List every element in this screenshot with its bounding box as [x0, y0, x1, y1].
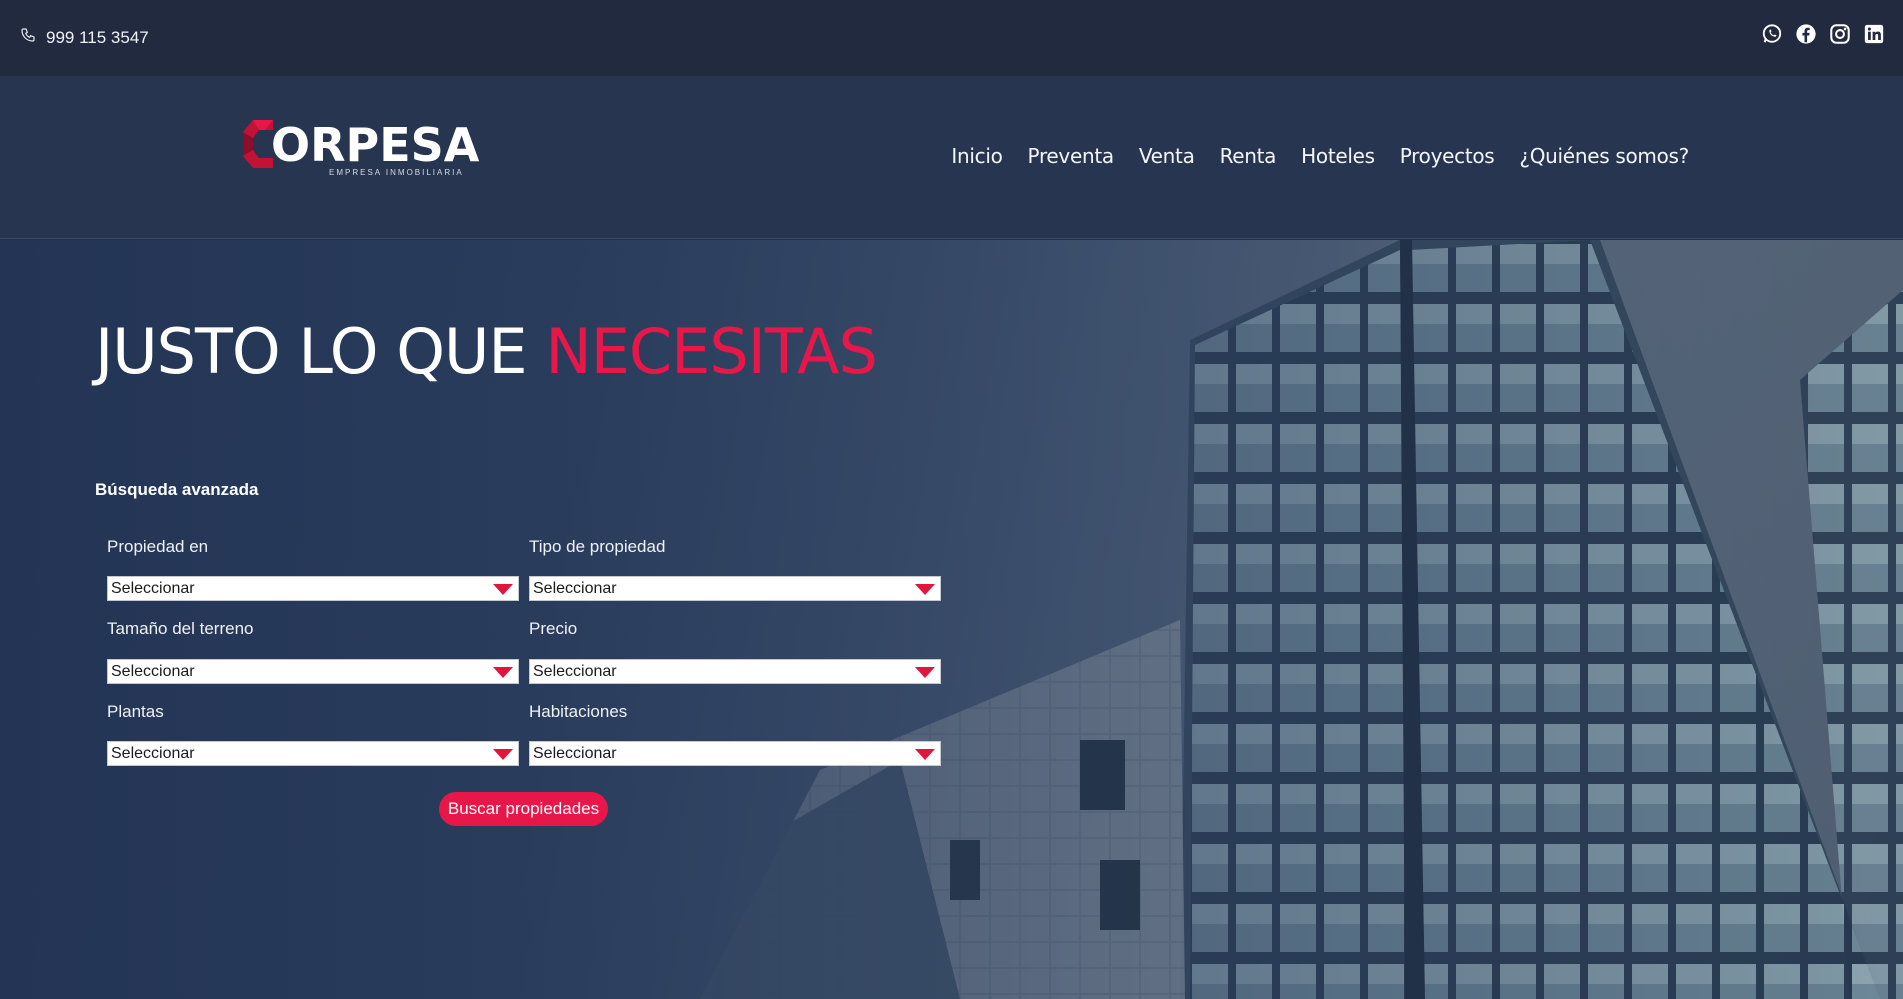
- brand-tagline: EMPRESA INMOBILIARIA: [329, 168, 464, 177]
- chevron-down-icon: [493, 584, 513, 595]
- facebook-icon[interactable]: [1795, 23, 1817, 45]
- headline-main: JUSTO LO QUE: [95, 315, 546, 388]
- select-value: Seleccionar: [533, 745, 617, 762]
- field-label-tamano-terreno: Tamaño del terreno: [107, 619, 254, 638]
- select-tipo-propiedad[interactable]: Seleccionar: [529, 576, 941, 601]
- site-header: ORPESA EMPRESA INMOBILIARIA Inicio Preve…: [0, 76, 1903, 239]
- nav-item-preventa[interactable]: Preventa: [1028, 144, 1115, 168]
- chevron-down-icon: [915, 667, 935, 678]
- nav-item-venta[interactable]: Venta: [1139, 144, 1195, 168]
- brand-logo[interactable]: ORPESA EMPRESA INMOBILIARIA: [243, 120, 479, 180]
- field-label-plantas: Plantas: [107, 702, 164, 721]
- nav-item-hoteles[interactable]: Hoteles: [1301, 144, 1375, 168]
- select-tamano-terreno[interactable]: Seleccionar: [107, 659, 519, 684]
- nav-item-proyectos[interactable]: Proyectos: [1400, 144, 1495, 168]
- instagram-icon[interactable]: [1829, 23, 1851, 45]
- select-value: Seleccionar: [533, 663, 617, 680]
- nav-item-quienes-somos[interactable]: ¿Quiénes somos?: [1519, 144, 1689, 168]
- brand-name: ORPESA: [271, 118, 480, 172]
- hero-headline: JUSTO LO QUE NECESITAS: [95, 315, 878, 388]
- field-label-propiedad-en: Propiedad en: [107, 537, 209, 556]
- field-label-tipo-propiedad: Tipo de propiedad: [529, 537, 666, 556]
- chevron-down-icon: [915, 749, 935, 760]
- top-bar: 999 115 3547: [0, 0, 1903, 76]
- field-label-habitaciones: Habitaciones: [529, 702, 628, 721]
- main-nav: Inicio Preventa Venta Renta Hoteles Proy…: [951, 144, 1689, 168]
- linkedin-icon[interactable]: [1863, 23, 1885, 45]
- hero-section: JUSTO LO QUE NECESITAS Búsqueda avanzada…: [0, 240, 1903, 999]
- advanced-search-title: Búsqueda avanzada: [95, 480, 259, 499]
- select-value: Seleccionar: [533, 580, 617, 597]
- select-propiedad-en[interactable]: Seleccionar: [107, 576, 519, 601]
- chevron-down-icon: [493, 749, 513, 760]
- select-value: Seleccionar: [111, 580, 195, 597]
- phone-contact[interactable]: 999 115 3547: [20, 27, 149, 48]
- nav-item-inicio[interactable]: Inicio: [951, 144, 1002, 168]
- select-precio[interactable]: Seleccionar: [529, 659, 941, 684]
- chevron-down-icon: [493, 667, 513, 678]
- field-label-precio: Precio: [529, 619, 578, 638]
- chevron-down-icon: [915, 584, 935, 595]
- phone-number: 999 115 3547: [46, 27, 149, 47]
- phone-icon: [20, 27, 36, 48]
- select-habitaciones[interactable]: Seleccionar: [529, 741, 941, 766]
- search-properties-button[interactable]: Buscar propiedades: [439, 792, 608, 826]
- whatsapp-icon[interactable]: [1761, 23, 1783, 45]
- social-links: [1761, 23, 1885, 45]
- headline-accent: NECESITAS: [545, 315, 877, 388]
- select-plantas[interactable]: Seleccionar: [107, 741, 519, 766]
- nav-item-renta[interactable]: Renta: [1220, 144, 1277, 168]
- select-value: Seleccionar: [111, 663, 195, 680]
- select-value: Seleccionar: [111, 745, 195, 762]
